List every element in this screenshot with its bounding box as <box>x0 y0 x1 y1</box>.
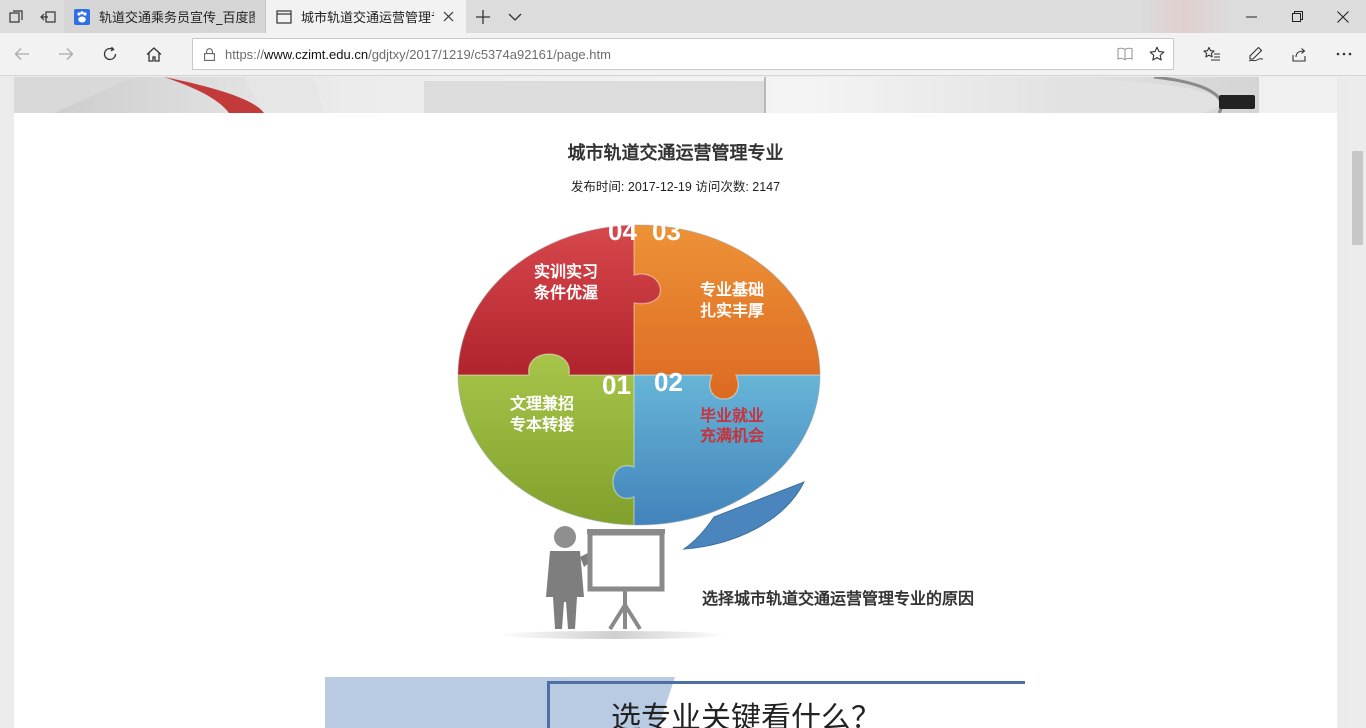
piece-02-line1: 毕业就业 <box>700 406 764 425</box>
favorites-list-icon <box>1203 46 1220 61</box>
more-dots-icon <box>1336 52 1352 56</box>
back-button[interactable] <box>5 38 39 70</box>
piece-01-line1: 文理兼招 <box>510 394 574 413</box>
minimize-button[interactable] <box>1228 0 1274 33</box>
tab-groups-button[interactable] <box>0 0 32 33</box>
piece-number-03: 03 <box>652 216 681 246</box>
page-icon <box>276 9 292 25</box>
plus-icon <box>476 9 490 24</box>
page-viewport[interactable]: 城市轨道交通运营管理专业 发布时间: 2017-12-19 访问次数: 2147 <box>0 77 1349 728</box>
page-scrollbar[interactable] <box>1349 77 1366 728</box>
tab-groups-icon <box>9 9 23 23</box>
url-scheme: https:// <box>225 46 265 62</box>
tab-label: 城市轨道交通运营管理专 <box>301 11 434 26</box>
piece-04-line2: 条件优渥 <box>533 283 598 302</box>
new-tab-button[interactable] <box>468 0 498 33</box>
home-button[interactable] <box>137 38 171 70</box>
set-aside-icon <box>40 10 56 23</box>
arrow-right-icon <box>59 48 74 60</box>
puzzle-infographic: 04 03 01 02 实训实习 条件优渥 专业基础 扎实丰厚 文理兼招 专本转… <box>457 216 974 639</box>
favorite-star-button[interactable] <box>1141 39 1173 69</box>
home-icon <box>146 46 162 62</box>
puzzle-piece-02 <box>613 375 820 525</box>
star-icon <box>1149 46 1165 61</box>
piece-03-line2: 扎实丰厚 <box>700 301 764 320</box>
favorites-hub-button[interactable] <box>1195 38 1229 70</box>
set-aside-tabs-button[interactable] <box>32 0 64 33</box>
puzzle-circle: 04 03 01 02 实训实习 条件优渥 专业基础 扎实丰厚 文理兼招 专本转… <box>457 216 821 550</box>
refresh-button[interactable] <box>93 38 127 70</box>
titlebar-gradient <box>1140 0 1230 33</box>
piece-02-line2: 充满机会 <box>700 426 764 445</box>
web-note-button[interactable] <box>1239 38 1273 70</box>
more-settings-button[interactable] <box>1327 38 1361 70</box>
navigation-bar: https://www.czimt.edu.cn/gdjtxy/2017/121… <box>0 33 1366 76</box>
piece-04-line1: 实训实习 <box>534 262 598 281</box>
refresh-icon <box>103 46 117 61</box>
tab-current-page[interactable]: 城市轨道交通运营管理专 <box>266 0 466 33</box>
tab-list-button[interactable] <box>500 0 530 33</box>
url-text[interactable]: https://www.czimt.edu.cn/gdjtxy/2017/121… <box>225 47 1109 62</box>
article-container: 城市轨道交通运营管理专业 发布时间: 2017-12-19 访问次数: 2147 <box>14 77 1337 728</box>
close-icon <box>1337 10 1349 23</box>
arrow-left-icon <box>14 48 29 60</box>
close-tab-icon[interactable] <box>440 9 456 25</box>
url-domain: www.czimt.edu.cn <box>264 46 369 62</box>
pen-icon <box>1248 46 1264 62</box>
section-heading: 选专业关键看什么？ <box>611 701 881 728</box>
baidu-paw-icon <box>74 8 90 25</box>
piece-number-04: 04 <box>608 216 637 246</box>
share-icon <box>1292 47 1306 62</box>
piece-01-line2: 专本转接 <box>510 415 574 434</box>
address-bar[interactable]: https://www.czimt.edu.cn/gdjtxy/2017/121… <box>192 38 1174 70</box>
scrollbar-thumb[interactable] <box>1352 151 1363 245</box>
tab-bar: 轨道交通乘务员宣传_百度图 城市轨道交通运营管理专 <box>0 0 1366 33</box>
close-window-button[interactable] <box>1320 0 1366 33</box>
section-banner: 选专业关键看什么？ <box>325 677 1025 728</box>
restore-icon <box>1291 11 1303 22</box>
chevron-down-icon <box>508 13 522 21</box>
tab-baidu-images[interactable]: 轨道交通乘务员宣传_百度图 <box>64 0 266 33</box>
lock-icon[interactable] <box>193 39 225 69</box>
reading-view-button[interactable] <box>1109 39 1141 69</box>
piece-03-line1: 专业基础 <box>700 280 764 299</box>
piece-number-01: 01 <box>602 370 631 400</box>
url-path: /gdjtxy/2017/1219/c5374a92161/page.htm <box>368 46 611 62</box>
tab-label: 轨道交通乘务员宣传_百度图 <box>99 11 255 26</box>
minimize-icon <box>1245 16 1257 17</box>
share-button[interactable] <box>1283 38 1317 70</box>
puzzle-caption: 选择城市轨道交通运营管理专业的原因 <box>702 589 974 608</box>
piece-number-02: 02 <box>654 367 683 397</box>
forward-button[interactable] <box>49 38 83 70</box>
restore-button[interactable] <box>1274 0 1320 33</box>
book-icon <box>1117 47 1133 61</box>
